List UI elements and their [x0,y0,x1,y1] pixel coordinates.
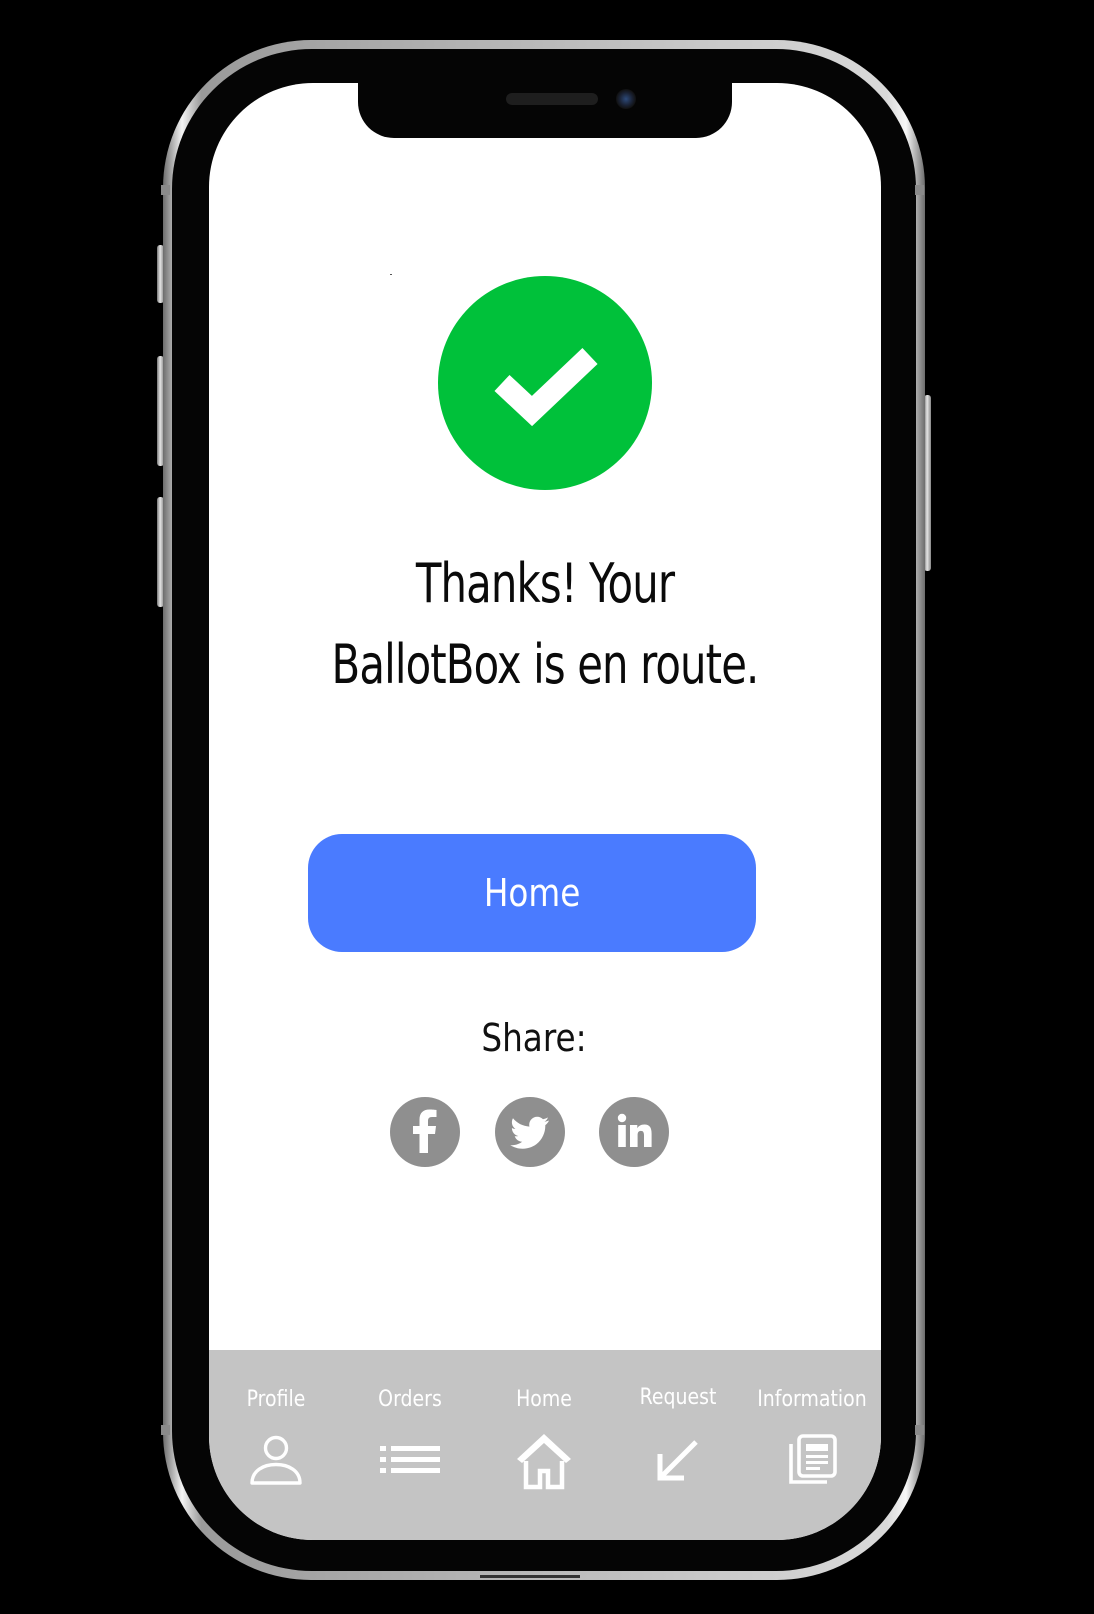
share-twitter-button[interactable] [495,1097,565,1167]
facebook-icon [413,1109,437,1153]
antenna-band [915,185,924,195]
share-label: Share: [481,1016,587,1060]
confirmation-headline-line2: BallotBox is en route. [331,633,760,696]
notch [358,83,732,138]
arrow-down-left-icon [657,1440,698,1481]
tab-request-label: Request [639,1385,717,1410]
tab-request[interactable]: Request [611,1350,745,1540]
share-facebook-button[interactable] [390,1097,460,1167]
list-icon [380,1446,440,1473]
screen-speck [390,274,392,275]
tab-profile[interactable]: Profile [209,1350,343,1540]
tab-information-label: Information [757,1387,867,1412]
tab-information[interactable]: Information [745,1350,879,1540]
confirmation-headline-line1: Thanks! Your [415,552,675,615]
power-button [924,395,931,571]
success-badge [438,276,652,490]
home-button-label: Home [483,871,581,915]
tab-orders[interactable]: Orders [343,1350,477,1540]
tab-home-label: Home [516,1387,572,1412]
device-mockup: Thanks! Your BallotBox is en route. Home… [0,0,1094,1614]
earpiece-speaker [506,93,598,105]
newspaper-icon [789,1434,837,1484]
tab-orders-label: Orders [378,1387,442,1412]
front-camera [616,89,636,109]
person-icon [250,1435,302,1485]
share-linkedin-button[interactable] [599,1097,669,1167]
antenna-band [161,185,170,195]
twitter-icon [510,1116,549,1149]
frame-shadow [480,1575,580,1578]
house-icon [517,1434,571,1490]
tab-profile-label: Profile [246,1387,306,1412]
antenna-band [161,1425,170,1435]
home-button[interactable]: Home [308,834,756,952]
checkmark-icon [494,348,598,427]
bottom-tab-bar: Profile Orders Home Request Information [209,1350,881,1540]
app-screen: Thanks! Your BallotBox is en route. Home… [209,83,881,1540]
tab-home[interactable]: Home [477,1350,611,1540]
linkedin-icon [617,1113,652,1147]
antenna-band [915,1425,924,1435]
